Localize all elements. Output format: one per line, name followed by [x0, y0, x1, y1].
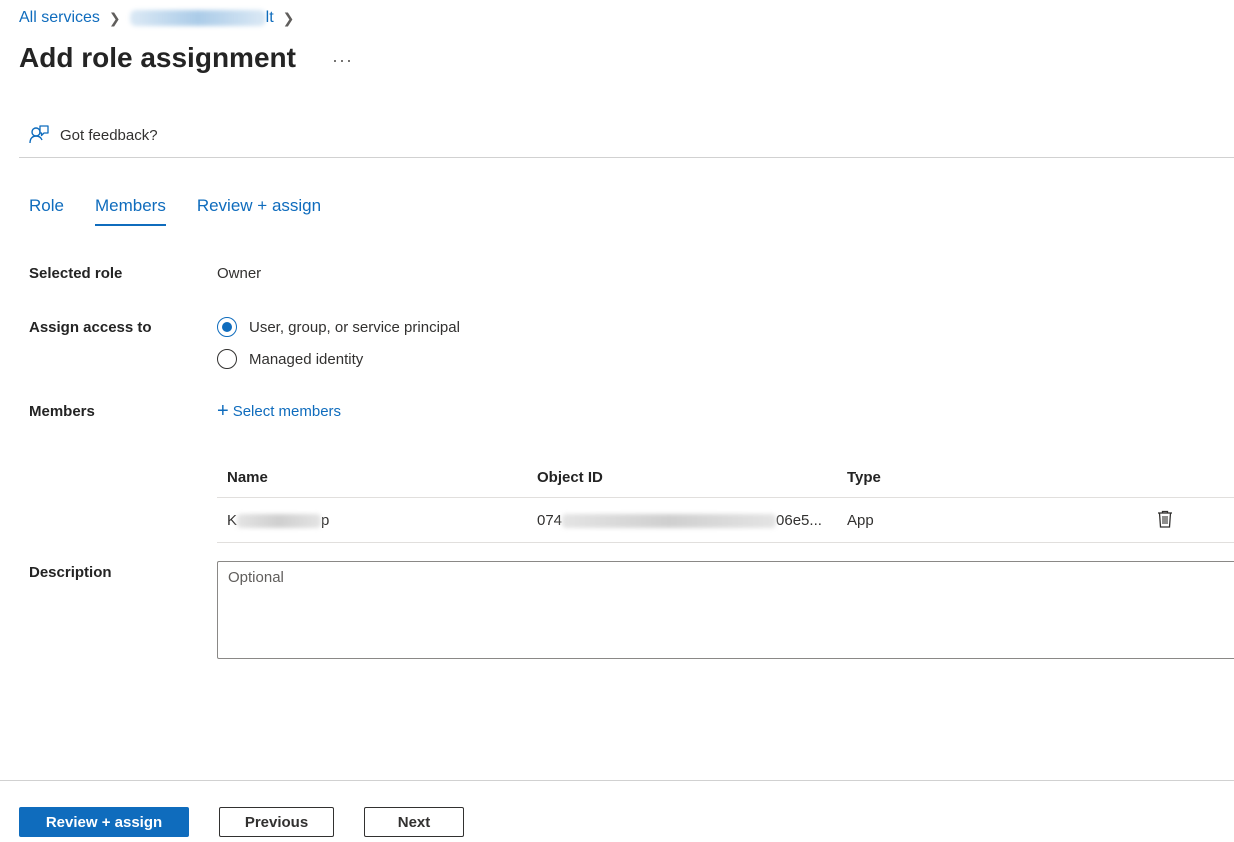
radio-label: Managed identity	[249, 350, 364, 368]
feedback-icon	[29, 125, 49, 144]
member-object-id: 074 06e5...	[537, 511, 822, 529]
tab-review-assign[interactable]: Review + assign	[197, 196, 321, 226]
selected-role-value: Owner	[217, 265, 262, 282]
radio-managed-identity[interactable]: Managed identity	[217, 349, 363, 369]
page: All services ❯ lt ❯ Add role assignment …	[0, 0, 1234, 842]
table-header: Name Object ID Type	[217, 457, 1234, 498]
select-members-link[interactable]: + Select members	[217, 401, 341, 421]
divider	[0, 780, 1234, 781]
review-assign-button[interactable]: Review + assign	[19, 807, 189, 837]
tab-role[interactable]: Role	[29, 196, 64, 226]
feedback-label: Got feedback?	[60, 126, 158, 144]
column-header-name: Name	[227, 468, 268, 486]
previous-button[interactable]: Previous	[219, 807, 334, 837]
description-field-wrapper	[217, 561, 1234, 659]
tab-members[interactable]: Members	[94, 196, 166, 226]
breadcrumb: All services ❯ lt ❯	[19, 9, 303, 27]
divider	[19, 157, 1234, 158]
description-field[interactable]	[218, 562, 1234, 658]
assign-access-label: Assign access to	[29, 319, 152, 336]
redacted-text	[129, 9, 266, 26]
member-name: Kp	[227, 511, 330, 529]
redacted-text	[237, 513, 322, 528]
next-button[interactable]: Next	[364, 807, 464, 837]
tab-bar: Role Members Review + assign	[29, 196, 352, 226]
column-header-type: Type	[847, 468, 881, 486]
plus-icon: +	[217, 400, 229, 422]
table-row: Kp 074 06e5... App	[217, 498, 1234, 543]
radio-button-checked[interactable]	[217, 317, 237, 337]
chevron-right-icon: ❯	[282, 9, 295, 26]
description-label: Description	[29, 564, 112, 581]
feedback-link[interactable]: Got feedback?	[28, 124, 158, 146]
delete-icon[interactable]	[1157, 510, 1173, 532]
selected-role-label: Selected role	[29, 265, 123, 282]
radio-user-group-sp[interactable]: User, group, or service principal	[217, 317, 460, 337]
more-options-button[interactable]: ···	[332, 50, 353, 71]
page-title: Add role assignment	[19, 42, 296, 73]
column-header-object-id: Object ID	[537, 468, 603, 486]
redacted-text	[562, 513, 777, 528]
members-label: Members	[29, 403, 95, 420]
breadcrumb-resource[interactable]: lt	[129, 9, 274, 27]
chevron-right-icon: ❯	[108, 9, 121, 26]
members-table: Name Object ID Type Kp 074 06e5... App	[217, 457, 1234, 543]
member-type: App	[847, 511, 874, 529]
breadcrumb-all-services[interactable]: All services	[19, 9, 100, 27]
radio-button[interactable]	[217, 349, 237, 369]
radio-label: User, group, or service principal	[249, 318, 460, 336]
